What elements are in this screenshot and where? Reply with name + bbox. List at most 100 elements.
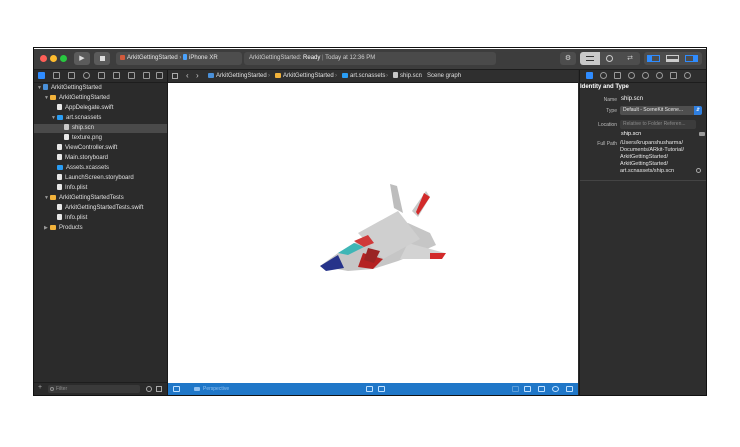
tree-item[interactable]: ViewController.swift xyxy=(34,144,167,153)
grid-toggle-icon[interactable] xyxy=(366,386,373,392)
tree-item-label: Products xyxy=(59,225,83,231)
gear-icon: ⚙ xyxy=(564,55,572,62)
breadcrumb-project[interactable]: ArkitGettingStarted xyxy=(208,70,267,82)
camera-icon[interactable] xyxy=(194,387,200,391)
tree-item[interactable]: ▼ ArkitGettingStartedTests xyxy=(34,194,167,203)
toggle-navigator-button[interactable] xyxy=(647,55,660,62)
close-window-button[interactable] xyxy=(40,55,47,62)
play-icon: ▶ xyxy=(79,55,85,62)
image-file-icon xyxy=(64,134,69,141)
folder-icon[interactable] xyxy=(699,132,705,136)
tree-item[interactable]: ▼ ArkitGettingStarted xyxy=(34,94,167,103)
recent-files-icon[interactable] xyxy=(146,386,152,392)
tree-item[interactable]: Main.storyboard xyxy=(34,154,167,163)
tree-item[interactable]: Info.plist xyxy=(34,214,167,223)
breadcrumb-file[interactable]: ship.scn xyxy=(393,70,422,82)
version-editor-button[interactable]: ⇄ xyxy=(620,52,640,65)
name-value[interactable]: ship.scn xyxy=(621,96,643,102)
tree-item[interactable]: ArkitGettingStartedTests.swift xyxy=(34,204,167,213)
scheme-icon xyxy=(120,54,125,60)
project-icon xyxy=(43,84,48,91)
zoom-window-button[interactable] xyxy=(60,55,67,62)
breadcrumb-assets[interactable]: art.scnassets xyxy=(342,70,385,82)
symbol-icon[interactable] xyxy=(68,72,75,79)
file-inspector-icon[interactable] xyxy=(586,72,593,79)
type-select[interactable]: Default - SceneKit Scene... ⇵ xyxy=(620,106,702,115)
crumb-label: ship.scn xyxy=(400,73,423,79)
tree-item[interactable]: LaunchScreen.storyboard xyxy=(34,174,167,183)
name-label: Name xyxy=(603,97,617,103)
back-icon[interactable]: ‹ xyxy=(186,70,189,82)
source-control-icon[interactable] xyxy=(53,72,60,79)
tree-item-label: ship.scn xyxy=(72,125,95,131)
swift-file-icon xyxy=(57,104,62,111)
standard-editor-button[interactable] xyxy=(580,52,600,65)
visibility-eye-icon[interactable] xyxy=(552,386,559,392)
library-button[interactable]: ⚙ xyxy=(560,52,576,65)
material-icon[interactable] xyxy=(656,72,663,79)
scene-inspector-icon[interactable] xyxy=(684,72,691,79)
search-icon[interactable] xyxy=(83,72,90,79)
tree-item-label: LaunchScreen.storyboard xyxy=(65,175,134,181)
test-icon[interactable] xyxy=(113,72,120,79)
tree-item-selected[interactable]: ship.scn xyxy=(34,124,167,133)
tree-item-label: Info.plist xyxy=(65,185,88,191)
library-panel-icon[interactable] xyxy=(566,386,573,392)
report-icon[interactable] xyxy=(156,72,163,79)
location-value: Relative to Folder Referen... xyxy=(623,121,686,127)
reveal-in-finder-icon[interactable] xyxy=(696,168,701,173)
minimize-window-button[interactable] xyxy=(50,55,57,62)
tree-item[interactable]: ▶ Products xyxy=(34,224,167,233)
tree-item[interactable]: Info.plist xyxy=(34,184,167,193)
quick-help-icon[interactable] xyxy=(600,72,607,79)
assistant-editor-button[interactable] xyxy=(600,52,620,65)
folder-icon xyxy=(275,72,281,78)
camera-label[interactable]: Perspective xyxy=(203,383,229,395)
physics-icon[interactable] xyxy=(642,72,649,79)
status-project: ArkitGettingStarted: xyxy=(249,55,302,61)
tree-item[interactable]: Assets.xcassets xyxy=(34,164,167,173)
stop-button[interactable] xyxy=(94,52,110,65)
toggle-inspector-button[interactable] xyxy=(685,55,698,62)
debug-icon[interactable] xyxy=(128,72,135,79)
play-scene-icon[interactable] xyxy=(524,386,531,392)
breadcrumb-group[interactable]: ArkitGettingStarted xyxy=(275,70,334,82)
attributes-icon[interactable] xyxy=(628,72,635,79)
forward-icon[interactable]: › xyxy=(196,70,199,82)
tree-item-label: art.scnassets xyxy=(66,115,102,121)
transform-icon[interactable] xyxy=(538,386,545,392)
tree-item-label: ArkitGettingStartedTests.swift xyxy=(65,205,144,211)
node-toggle-icon[interactable] xyxy=(378,386,385,392)
tree-item[interactable]: ▼ ArkitGettingStarted xyxy=(34,84,167,93)
outline-toggle-icon[interactable] xyxy=(173,386,180,392)
tree-item[interactable]: AppDelegate.swift xyxy=(34,104,167,113)
folder-icon[interactable] xyxy=(38,72,45,79)
location-select[interactable]: Relative to Folder Referen... xyxy=(620,120,696,129)
related-items-icon[interactable] xyxy=(172,73,178,79)
source-control-filter-icon[interactable] xyxy=(156,386,162,392)
filter-input[interactable]: Filter xyxy=(48,385,140,393)
toggle-debug-button[interactable] xyxy=(666,55,679,62)
constraints-icon[interactable] xyxy=(512,386,519,392)
tree-item[interactable]: ▼ art.scnassets xyxy=(34,114,167,123)
transform-icon[interactable] xyxy=(670,72,677,79)
run-button[interactable]: ▶ xyxy=(74,52,90,65)
lines-icon xyxy=(586,56,594,61)
warning-icon[interactable] xyxy=(98,72,105,79)
navigator-filter-bar: + Filter xyxy=(34,382,167,395)
scene-viewport[interactable] xyxy=(168,83,578,383)
folder-icon xyxy=(50,194,56,200)
tree-item-label: ArkitGettingStarted xyxy=(51,85,102,91)
tree-item[interactable]: texture.png xyxy=(34,134,167,143)
node-inspector-icon[interactable] xyxy=(614,72,621,79)
fullpath-line: ArkitGettingStarted/ xyxy=(620,161,668,167)
xcode-window: ▶ ArkitGettingStarted › iPhone XR ArkitG… xyxy=(34,49,706,395)
type-value: Default - SceneKit Scene... xyxy=(623,107,684,113)
ship-model[interactable] xyxy=(168,83,578,383)
fullpath-label: Full Path xyxy=(597,141,617,147)
add-icon[interactable]: + xyxy=(38,384,42,391)
type-label: Type xyxy=(606,108,617,114)
breadcrumb-scene-graph[interactable]: Scene graph xyxy=(427,70,461,82)
breakpoint-icon[interactable] xyxy=(143,72,150,79)
scheme-selector[interactable]: ArkitGettingStarted › iPhone XR xyxy=(116,52,242,65)
